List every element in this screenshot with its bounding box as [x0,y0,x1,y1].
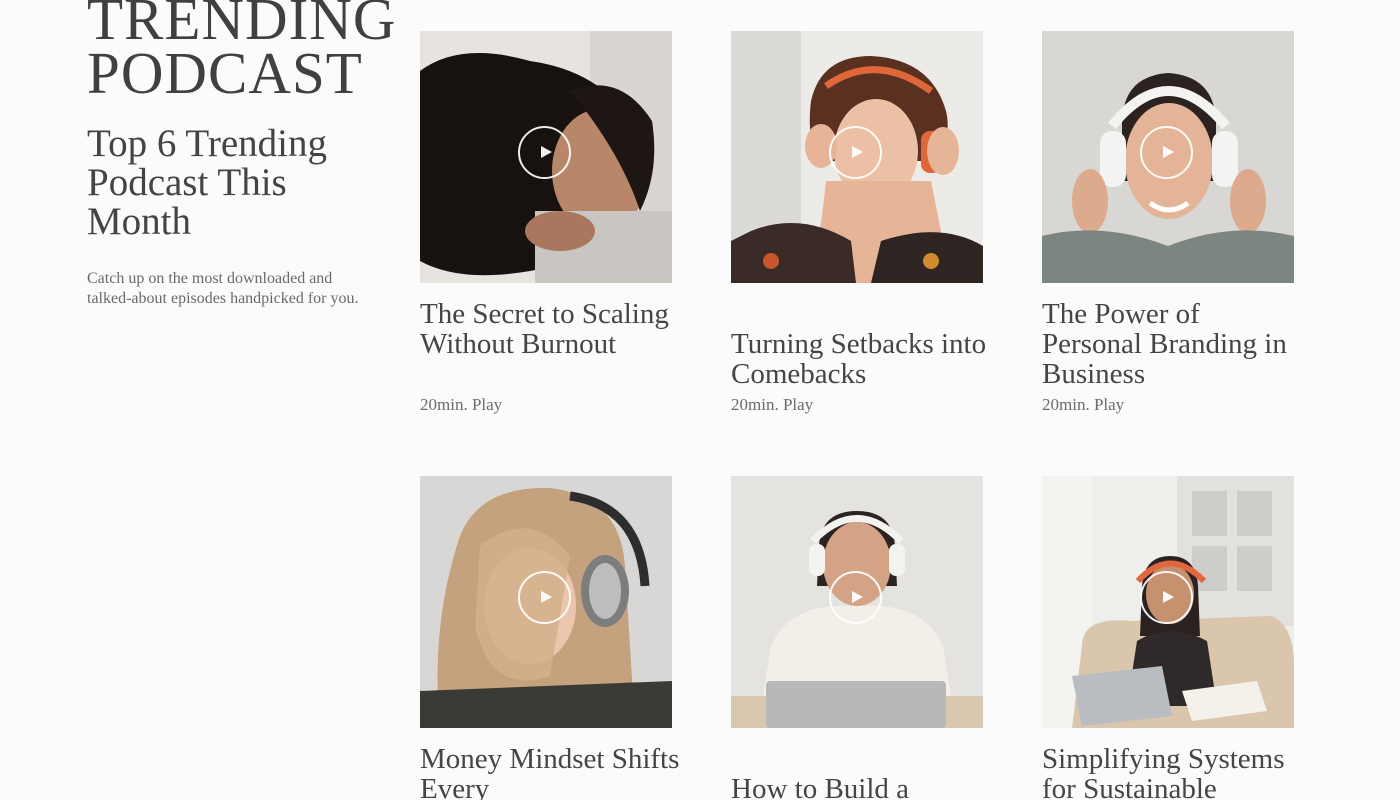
section-description: Catch up on the most downloaded and talk… [87,270,359,307]
episode-meta[interactable]: 20min. Play [731,395,813,415]
episode-title[interactable]: The Secret to Scaling Without Burnout [420,299,680,359]
podcast-thumbnail[interactable] [1042,476,1294,728]
podcast-card[interactable]: Turning Setbacks into Comebacks 20min. P… [731,31,986,414]
podcast-card[interactable]: Money Mindset Shifts Every [420,476,679,800]
section-title-line-2: PODCAST [87,40,363,106]
episode-title[interactable]: Turning Setbacks into Comebacks [731,329,991,389]
play-icon[interactable] [829,571,882,624]
episode-title[interactable]: Simplifying Systems for Sustainable [1042,744,1302,800]
section-subtitle: Top 6 Trending Podcast This Month [87,122,327,243]
podcast-thumbnail[interactable] [420,476,672,728]
episode-meta[interactable]: 20min. Play [1042,395,1124,415]
podcast-thumbnail[interactable] [420,31,672,283]
play-icon[interactable] [518,126,571,179]
podcast-card[interactable]: How to Build a [731,476,983,800]
play-icon[interactable] [1140,571,1193,624]
play-icon[interactable] [518,571,571,624]
intro-column: TRENDING PODCAST Top 6 Trending Podcast … [87,0,397,309]
episode-title[interactable]: How to Build a [731,774,991,800]
section-title: TRENDING PODCAST [87,0,397,106]
podcast-card[interactable]: Simplifying Systems for Sustainable [1042,476,1294,800]
podcast-card[interactable]: The Secret to Scaling Without Burnout 20… [420,31,672,414]
podcast-thumbnail[interactable] [1042,31,1294,283]
podcast-thumbnail[interactable] [731,476,983,728]
play-icon[interactable] [829,126,882,179]
episode-meta[interactable]: 20min. Play [420,395,502,415]
episode-title[interactable]: Money Mindset Shifts Every [420,744,680,800]
episode-title[interactable]: The Power of Personal Branding in Busine… [1042,299,1302,389]
podcast-thumbnail[interactable] [731,31,983,283]
podcast-card[interactable]: The Power of Personal Branding in Busine… [1042,31,1294,414]
play-icon[interactable] [1140,126,1193,179]
trending-podcast-section: TRENDING PODCAST Top 6 Trending Podcast … [0,0,1400,800]
